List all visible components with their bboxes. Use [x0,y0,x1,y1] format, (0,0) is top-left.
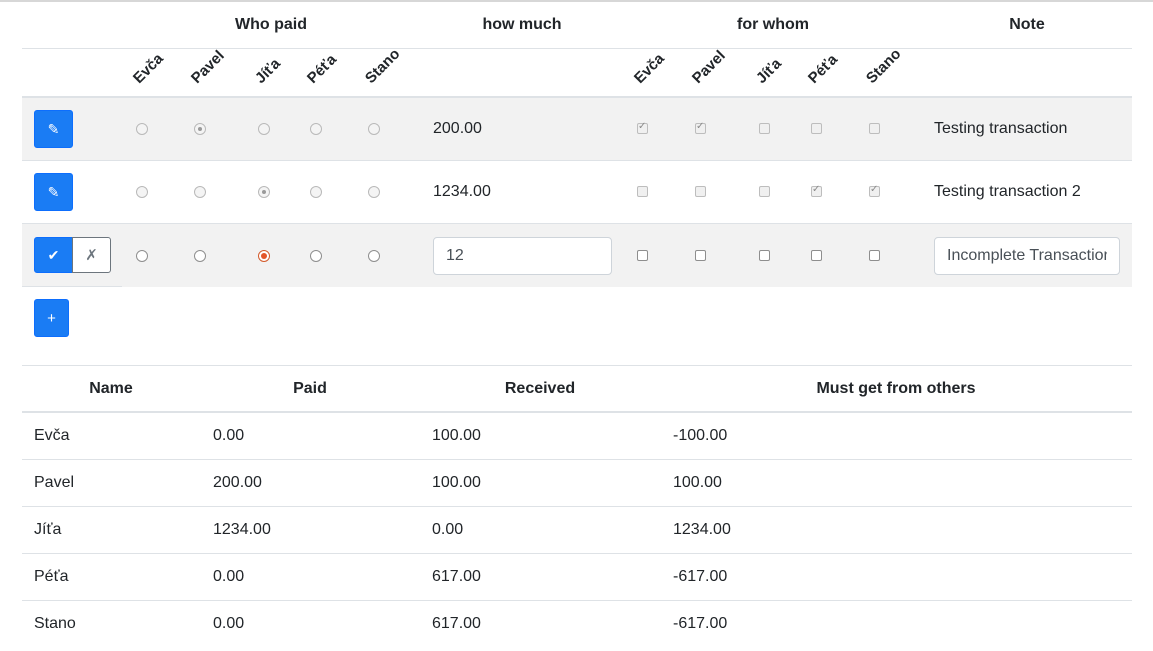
summary-received: 617.00 [432,615,481,632]
payer-radio-pavel [194,186,206,198]
for-whom-checkbox-pavel [695,186,706,197]
summary-received: 617.00 [432,568,481,585]
confirm-button[interactable]: ✔ [34,237,73,273]
payer-radio-stano [368,186,380,198]
payer-radio-jita[interactable] [258,250,270,262]
summary-must-get: -617.00 [673,568,728,585]
edit-transaction-button[interactable]: ✎ [34,173,73,211]
payer-radio-peta [310,186,322,198]
note-value: Testing transaction 2 [934,183,1081,200]
beneficiary-header-stano: Stano [862,45,905,87]
row-divider [22,286,122,287]
for-whom-checkbox-pavel[interactable] [695,250,706,261]
header-who-paid: Who paid [235,16,307,33]
summary-paid: 0.00 [213,615,245,632]
summary-name: Péťa [34,568,69,585]
summary-paid: 200.00 [213,474,262,491]
payer-header-evca: Evča [129,50,167,87]
beneficiary-header-pavel: Pavel [688,47,729,87]
summary-row-divider [22,600,1132,601]
pencil-icon: ✎ [47,183,60,200]
payer-radio-stano[interactable] [368,250,380,262]
for-whom-checkbox-stano [869,123,880,134]
summary-paid: 1234.00 [213,521,271,538]
beneficiary-header-evca: Evča [630,50,668,87]
payer-radio-peta[interactable] [310,250,322,262]
payer-radio-evca[interactable] [136,250,148,262]
summary-header-must-get: Must get from others [816,380,976,397]
note-input[interactable] [934,237,1120,275]
summary-name: Jíťa [34,521,62,538]
summary-must-get: 100.00 [673,474,722,491]
summary-name: Pavel [34,474,75,491]
header-how-much: how much [482,16,562,33]
beneficiary-header-jita: Jíťa [752,55,785,87]
summary-header-received: Received [504,380,576,397]
summary-name: Evča [34,427,70,444]
payer-radio-jita [258,186,270,198]
summary-paid: 0.00 [213,568,245,585]
checkmark-icon: ✔ [47,246,60,263]
cancel-button[interactable]: ✗ [72,237,111,273]
for-whom-checkbox-jita [759,123,770,134]
amount-input[interactable] [433,237,612,275]
summary-header-divider [22,411,1132,413]
for-whom-checkbox-jita[interactable] [759,250,770,261]
for-whom-checkbox-pavel [695,121,706,134]
payer-radio-stano [368,123,380,135]
payer-radio-peta [310,123,322,135]
for-whom-checkbox-stano[interactable] [869,250,880,261]
add-transaction-button[interactable]: + [34,299,69,337]
payer-radio-jita [258,123,270,135]
for-whom-checkbox-jita [759,186,770,197]
for-whom-checkbox-peta [811,123,822,134]
header-divider [22,48,1132,49]
payer-radio-pavel[interactable] [194,250,206,262]
payer-radio-evca [136,186,148,198]
for-whom-checkbox-peta[interactable] [811,250,822,261]
summary-name: Stano [34,615,76,632]
payer-header-pavel: Pavel [187,47,228,87]
summary-received: 100.00 [432,427,481,444]
summary-row-divider [22,506,1132,507]
amount-value: 200.00 [433,120,482,137]
summary-received: 100.00 [432,474,481,491]
amount-value: 1234.00 [433,183,491,200]
summary-received: 0.00 [432,521,464,538]
summary-top-divider [22,365,1132,366]
payer-header-jita: Jíťa [251,55,284,87]
summary-paid: 0.00 [213,427,245,444]
payer-radio-evca [136,123,148,135]
summary-must-get: -100.00 [673,427,728,444]
payer-radio-pavel [194,123,206,135]
pencil-icon: ✎ [47,120,60,137]
note-value: Testing transaction [934,120,1068,137]
beneficiary-header-peta: Péťa [804,51,841,87]
row-divider [22,160,1132,161]
payer-header-peta: Péťa [303,51,340,87]
for-whom-checkbox-stano [869,184,880,197]
for-whom-checkbox-evca [637,121,648,134]
header-note: Note [1009,16,1045,33]
for-whom-checkbox-evca [637,186,648,197]
summary-must-get: 1234.00 [673,521,731,538]
summary-must-get: -617.00 [673,615,728,632]
for-whom-checkbox-peta [811,184,822,197]
close-icon: ✗ [85,247,98,264]
summary-row-divider [22,459,1132,460]
summary-header-paid: Paid [293,380,327,397]
payer-header-stano: Stano [361,45,404,87]
edit-transaction-button[interactable]: ✎ [34,110,73,148]
summary-header-name: Name [89,380,133,397]
plus-icon: + [47,309,56,327]
header-for-whom: for whom [737,16,809,33]
summary-row-divider [22,553,1132,554]
top-border [0,0,1153,2]
for-whom-checkbox-evca[interactable] [637,250,648,261]
